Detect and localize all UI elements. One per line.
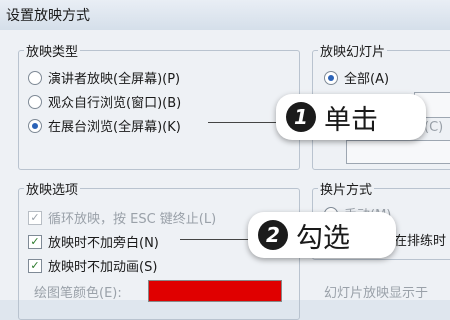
callout-1-text: 单击 [324,104,378,136]
callout-2-leader [180,239,250,240]
option-no-animation-label: 放映时不加动画(S) [48,260,158,275]
custom-show-dropdown[interactable] [346,140,450,164]
option-no-animation[interactable]: ✓ 放映时不加动画(S) [28,256,157,275]
option-no-narration-label: 放映时不加旁白(N) [48,236,159,251]
option-loop-label: 循环放映，按 ESC 键终止(L) [48,212,217,227]
window-title: 设置放映方式 [6,8,90,24]
settings-dialog: 放映类型 演讲者放映(全屏幕)(P) 观众自行浏览(窗口)(B) 在展台浏览(全… [0,30,450,320]
option-presenter-label: 演讲者放映(全屏幕)(P) [48,72,181,87]
radio-presenter[interactable] [28,70,42,85]
radio-audience[interactable] [28,94,42,109]
checkbox-no-narration[interactable]: ✓ [28,234,42,249]
option-audience-label: 观众自行浏览(窗口)(B) [48,96,182,111]
checkbox-no-animation[interactable]: ✓ [28,258,42,273]
pen-color-picker[interactable] [148,280,282,302]
callout-1-number: 1 [286,102,316,132]
option-audience[interactable]: 观众自行浏览(窗口)(B) [28,92,181,111]
option-kiosk[interactable]: 在展台浏览(全屏幕)(K) [28,116,181,135]
callout-2-text: 勾选 [296,222,350,254]
pen-color-label: 绘图笔颜色(E): [34,286,122,301]
checkbox-loop: ✓ [28,210,42,225]
option-timing-label: 在排练时 [394,234,447,249]
option-all-slides[interactable]: 全部(A) [324,68,389,87]
callout-2-number: 2 [258,220,288,250]
option-loop: ✓ 循环放映，按 ESC 键终止(L) [28,208,216,227]
radio-kiosk[interactable] [28,118,42,133]
option-kiosk-label: 在展台浏览(全屏幕)(K) [48,120,181,135]
custom-show-hint: (C) [424,120,444,135]
advance-label: 换片方式 [318,179,375,198]
show-options-label: 放映选项 [24,179,81,198]
option-no-narration[interactable]: ✓ 放映时不加旁白(N) [28,232,159,251]
show-type-label: 放映类型 [24,41,81,60]
title-bar: 设置放映方式 [0,0,450,30]
callout-check: 2 勾选 [248,212,396,258]
callout-1-leader [208,122,278,123]
option-presenter[interactable]: 演讲者放映(全屏幕)(P) [28,68,180,87]
option-all-slides-label: 全部(A) [344,72,390,87]
monitor-label: 幻灯片放映显示于 [324,286,429,301]
callout-click: 1 单击 [276,94,426,140]
show-slides-label: 放映幻灯片 [318,41,388,60]
radio-all-slides[interactable] [324,70,338,85]
